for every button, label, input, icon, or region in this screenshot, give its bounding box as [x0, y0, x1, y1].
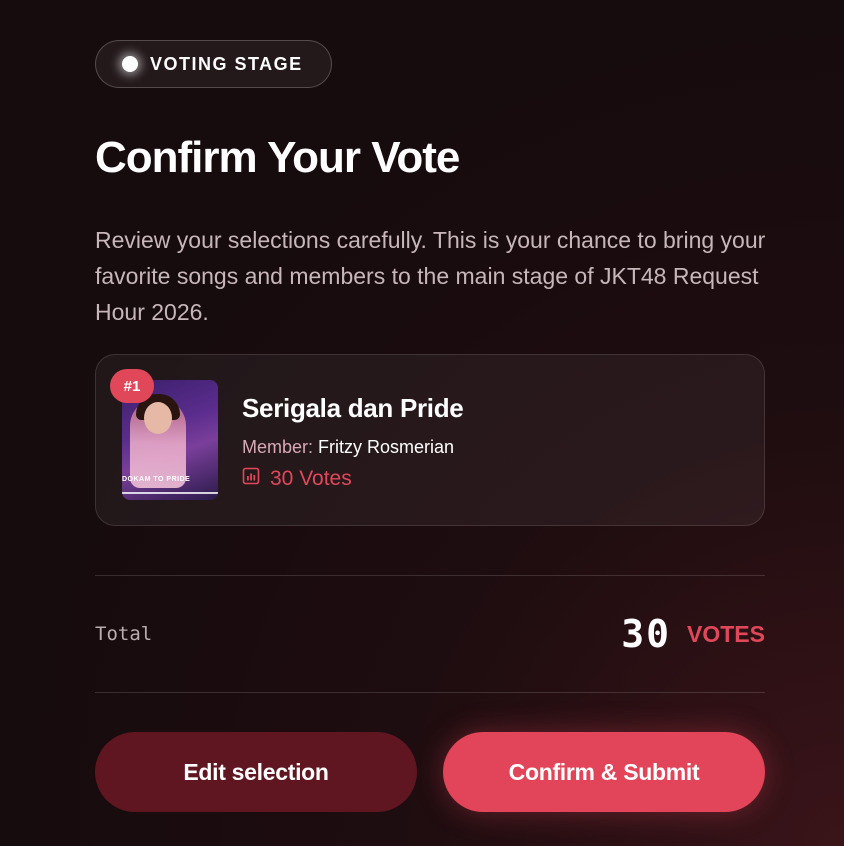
badge-label: VOTING STAGE [150, 53, 303, 74]
total-label: Total [95, 623, 153, 645]
divider-top [95, 575, 765, 576]
total-votes-unit: VOTES [687, 620, 765, 647]
vote-count-label: 30 Votes [270, 467, 352, 490]
selection-card: DOKAM TO PRIDE #1 Serigala dan Pride Mem… [95, 354, 765, 526]
rank-badge: #1 [110, 369, 154, 403]
chart-icon [242, 467, 260, 491]
voting-stage-badge: VOTING STAGE [95, 40, 332, 88]
thumbnail-caption: DOKAM TO PRIDE [122, 476, 191, 483]
vote-count: 30 Votes [242, 467, 352, 491]
confirm-vote-panel: VOTING STAGE Confirm Your Vote Review yo… [95, 40, 765, 526]
edit-selection-button[interactable]: Edit selection [95, 732, 417, 812]
total-summary: 30 VOTES [621, 612, 765, 656]
page-description: Review your selections carefully. This i… [95, 227, 766, 325]
page-title: Confirm Your Vote [95, 133, 460, 182]
status-dot-icon [122, 56, 138, 72]
song-title: Serigala dan Pride [242, 393, 464, 423]
member-label: Member: [242, 437, 314, 457]
confirm-submit-button[interactable]: Confirm & Submit [443, 732, 765, 812]
total-votes-value: 30 [621, 612, 672, 656]
member-name: Fritzy Rosmerian [318, 437, 455, 457]
divider-bottom [95, 692, 765, 693]
member-info: Member: Fritzy Rosmerian [242, 437, 454, 458]
